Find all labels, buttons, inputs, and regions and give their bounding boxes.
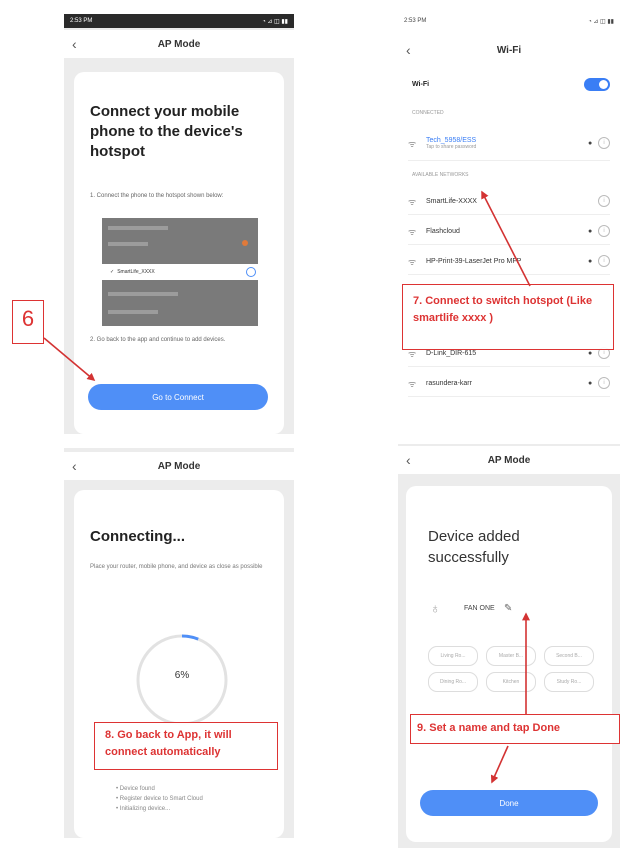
lock-icon: ●	[588, 257, 593, 265]
info-icon[interactable]: i	[598, 137, 610, 149]
status-icons: ◔ ⊿ ◫ ▮▮	[262, 18, 288, 25]
go-to-connect-button[interactable]: Go to Connect	[88, 384, 268, 410]
page-heading: Connect your mobile phone to the device'…	[90, 103, 243, 160]
network-name: Flashcloud	[426, 227, 460, 235]
lightbulb-icon: ♁	[430, 600, 441, 616]
lock-icon: ●	[588, 139, 593, 147]
status-bar: 2:53 PM ◔ ⊿ ◫ ▮▮	[64, 14, 294, 28]
panel-ap-mode-connect: 2:53 PM ◔ ⊿ ◫ ▮▮ ‹ AP Mode Connect your …	[64, 14, 294, 434]
nav-title: AP Mode	[487, 454, 531, 466]
nav-bar: ‹ AP Mode	[398, 446, 620, 474]
nav-title: Wi-Fi	[496, 44, 522, 56]
step-2-text: 2. Go back to the app and continue to ad…	[90, 337, 226, 343]
wifi-icon: ᯤ	[408, 226, 417, 237]
toggle-knob	[599, 79, 608, 89]
info-icon[interactable]: i	[598, 377, 610, 389]
panel-connecting: ‹ AP Mode Connecting... Place your route…	[64, 448, 294, 838]
step-1-text: 1. Connect the phone to the hotspot show…	[90, 193, 224, 199]
wifi-icon: ᯤ	[408, 256, 417, 267]
mini-row	[108, 292, 178, 296]
annotation-step-9: 9. Set a name and tap Done	[410, 714, 620, 744]
back-icon[interactable]: ‹	[406, 36, 411, 64]
annotation-step-8: 8. Go back to App, it will connect autom…	[94, 722, 278, 770]
edit-pencil-icon[interactable]: ✎	[504, 603, 512, 614]
connected-network-text: Tech_5958/ESS Tap to share password	[426, 137, 588, 150]
connecting-steps: • Device found • Register device to Smar…	[116, 784, 203, 814]
device-row: ♁ FAN ONE ✎	[430, 596, 600, 620]
step-text: Initializing device...	[119, 806, 171, 812]
mini-network-name: SmartLife_XXXX	[117, 269, 155, 275]
status-time: 2:53 PM	[70, 18, 93, 24]
network-row[interactable]: ᯤ rasundera-karr ● i	[408, 370, 610, 397]
step-text: Device found	[119, 786, 155, 792]
page-heading: Connecting...	[90, 528, 185, 545]
network-row[interactable]: ᯤ HP-Print-39-LaserJet Pro MFP ● i	[408, 248, 610, 275]
wifi-label: Wi-Fi	[412, 80, 430, 88]
panel-wifi-settings: 2:53 PM ◔ ⊿ ◫ ▮▮ ‹ Wi-Fi Wi-Fi CONNECTED…	[398, 14, 620, 414]
page-heading: Device added successfully	[428, 528, 520, 566]
room-chip[interactable]: Second B...	[544, 646, 594, 666]
mini-row	[108, 242, 148, 246]
status-bar: 2:53 PM ◔ ⊿ ◫ ▮▮	[398, 14, 620, 28]
connected-network-sub: Tap to share password	[426, 143, 477, 150]
wifi-icon: ᯤ	[408, 138, 417, 149]
connecting-description: Place your router, mobile phone, and dev…	[90, 564, 263, 570]
lock-icon: ●	[588, 227, 593, 235]
network-name: D-Link_DIR-615	[426, 349, 477, 357]
nav-bar: ‹ AP Mode	[64, 30, 294, 58]
mini-dot	[242, 240, 248, 246]
step-item: • Register device to Smart Cloud	[116, 796, 203, 802]
network-name: HP-Print-39-LaserJet Pro MFP	[426, 257, 522, 265]
lock-icon: ●	[588, 349, 593, 357]
wifi-toggle-row: Wi-Fi	[412, 72, 610, 96]
check-icon: ✓	[110, 269, 115, 275]
back-icon[interactable]: ‹	[72, 452, 77, 480]
hotspot-mini-screenshot: ✓ SmartLife_XXXX	[98, 218, 262, 326]
connected-header: CONNECTED	[412, 110, 444, 116]
room-chip[interactable]: Master B...	[486, 646, 536, 666]
status-time: 2:53 PM	[404, 18, 427, 24]
back-icon[interactable]: ‹	[72, 30, 77, 58]
wifi-toggle[interactable]	[584, 77, 610, 91]
nav-title: AP Mode	[157, 38, 201, 50]
nav-title: AP Mode	[157, 460, 201, 472]
back-icon[interactable]: ‹	[406, 446, 411, 474]
room-chip[interactable]: Kitchen	[486, 672, 536, 692]
done-button[interactable]: Done	[420, 790, 598, 816]
network-row[interactable]: ᯤ Flashcloud ● i	[408, 218, 610, 245]
step-item: • Initializing device...	[116, 806, 171, 812]
annotation-step-6: 6	[12, 300, 44, 344]
info-icon[interactable]: i	[598, 255, 610, 267]
nav-bar: ‹ Wi-Fi	[398, 36, 620, 64]
device-name: FAN ONE	[464, 604, 495, 612]
mini-row	[108, 310, 158, 314]
info-icon[interactable]: i	[598, 225, 610, 237]
annotation-step-7: 7. Connect to switch hotspot (Like smart…	[402, 284, 614, 350]
network-name: rasundera-karr	[426, 379, 472, 387]
progress-label: 6%	[174, 670, 190, 681]
connected-network-row[interactable]: ᯤ Tech_5958/ESS Tap to share password ● …	[408, 126, 610, 161]
panel-device-added: ‹ AP Mode Device added successfully ♁ FA…	[398, 444, 620, 848]
wifi-icon: ᯤ	[408, 378, 417, 389]
connect-card: Connect your mobile phone to the device'…	[74, 72, 284, 434]
room-chip[interactable]: Study Ro...	[544, 672, 594, 692]
mini-info-icon	[246, 267, 256, 277]
step-item: • Device found	[116, 786, 155, 792]
wifi-icon: ᯤ	[408, 196, 417, 207]
mini-selected-network: ✓ SmartLife_XXXX	[98, 264, 262, 280]
mini-row	[108, 226, 168, 230]
step-text: Register device to Smart Cloud	[119, 796, 203, 802]
lock-icon: ●	[588, 379, 593, 387]
network-row[interactable]: ᯤ SmartLife-XXXX i	[408, 188, 610, 215]
info-icon[interactable]: i	[598, 195, 610, 207]
network-name: SmartLife-XXXX	[426, 197, 477, 205]
room-chip[interactable]: Dining Ro...	[428, 672, 478, 692]
nav-bar: ‹ AP Mode	[64, 452, 294, 480]
available-header: AVAILABLE NETWORKS	[412, 172, 469, 178]
connected-network-name: Tech_5958/ESS	[426, 136, 477, 144]
status-icons: ◔ ⊿ ◫ ▮▮	[588, 18, 614, 25]
room-chip[interactable]: Living Ro...	[428, 646, 478, 666]
device-added-card: Device added successfully ♁ FAN ONE ✎ Li…	[406, 486, 612, 842]
connecting-card: Connecting... Place your router, mobile …	[74, 490, 284, 838]
